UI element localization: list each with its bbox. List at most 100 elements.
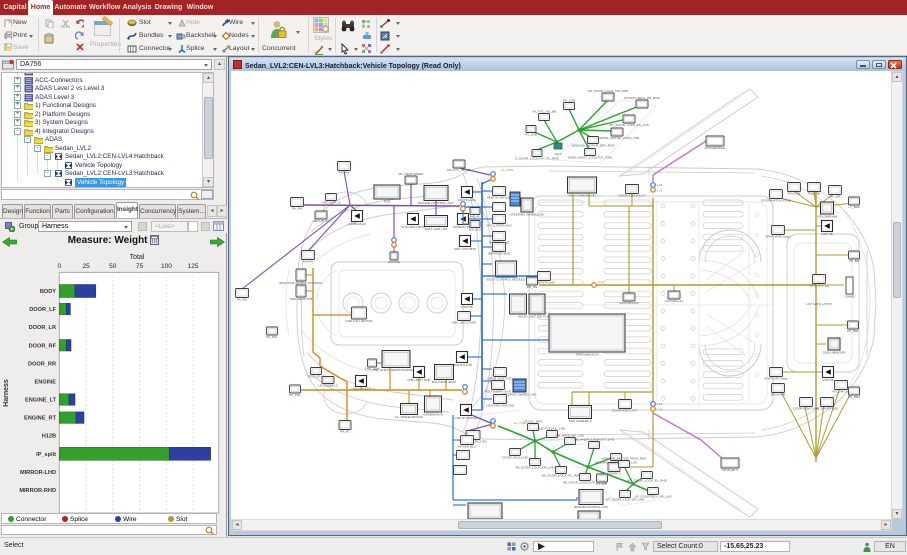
svg-text:H12B: H12B [42, 434, 56, 440]
svg-text:WINDOW_MOTOR_PASS_RHD: WINDOW_MOTOR_PASS_RHD [602, 456, 648, 460]
svg-text:ENGINE_RT: ENGINE_RT [24, 416, 57, 422]
svg-text:PA_EM: PA_EM [237, 298, 248, 302]
svg-text:MA_AV2: MA_AV2 [469, 228, 481, 232]
svg-text:DOOR_SCU_LHD: DOOR_SCU_LHD [502, 456, 528, 460]
svg-text:WT_DOOR_LOCK_DR_RHD: WT_DOOR_LOCK_DR_RHD [588, 89, 629, 93]
svg-text:IP_split: IP_split [36, 452, 56, 458]
svg-text:SPOILER II: SPOILER II [722, 468, 738, 472]
svg-text:ENGINE_LT: ENGINE_LT [25, 398, 57, 404]
svg-text:VA_TVC_HE_BB: VA_TVC_HE_BB [532, 109, 556, 113]
svg-text:GW/TPLA/AV: GW/TPLA/AV [458, 198, 478, 202]
svg-text:DOOR_LF: DOOR_LF [29, 307, 56, 313]
svg-text:DOOR_RR: DOOR_RR [28, 361, 56, 367]
svg-text:Total: Total [130, 254, 145, 261]
svg-text:ENGINE CONTROL UNIT: ENGINE CONTROL UNIT [418, 201, 454, 205]
svg-text:GW/BCM/AV: GW/BCM/AV [348, 222, 367, 226]
svg-text:MA_AV: MA_AV [470, 215, 481, 219]
svg-text:SB_DOOR_LOCK_PL_RHD: SB_DOOR_LOCK_PL_RHD [541, 474, 581, 478]
svg-text:AY_BR: AY_BR [830, 195, 841, 199]
svg-text:STEERING WHEEL/LHD: STEERING WHEEL/LHD [510, 212, 545, 216]
svg-text:6EM/76 GW-LHD: 6EM/76 GW-LHD [487, 196, 512, 200]
svg-text:+X/COM-LAC: +X/COM-LAC [665, 299, 685, 303]
svg-text:SB_DOOR_LOCK_DR_LHD: SB_DOOR_LOCK_DR_LHD [515, 466, 555, 470]
svg-text:SSD/LIMINGER: SSD/LIMINGER [823, 350, 846, 354]
svg-text:50: 50 [109, 263, 117, 270]
svg-text:CHE_AVM: CHE_AVM [365, 367, 380, 371]
svg-text:UP/COMM-L2: UP/COMM-L2 [318, 384, 338, 388]
svg-text:SRS WEIGHT/B: SRS WEIGHT/B [290, 297, 313, 301]
svg-text:DOOR AZM LVL3 T: DOOR AZM LVL3 T [618, 194, 645, 198]
svg-text:125: 125 [188, 263, 199, 270]
svg-text:DOOR AZM CVYT: DOOR AZM CVYT [612, 409, 638, 413]
svg-text:4.1x: 4.1x [598, 280, 604, 284]
svg-text:BR20YDR: BR20YDR [771, 393, 786, 397]
svg-text:CHE W AVM/LW: CHE W AVM/LW [455, 416, 478, 420]
svg-text:SB_FUEL/DL_LHD: SB_FUEL/DL_LHD [539, 426, 566, 430]
svg-text:WDW_VALET_LOCKOUT_RHD: WDW_VALET_LOCKOUT_RHD [568, 156, 613, 160]
svg-text:PS_LRD: PS_LRD [525, 133, 538, 137]
svg-text:MIRROR-RHD: MIRROR-RHD [19, 488, 56, 494]
svg-text:LVL3: LVL3 [555, 152, 562, 156]
svg-text:4.25: 4.25 [657, 408, 663, 412]
svg-text:ML_HIGH SPEED: ML_HIGH SPEED [398, 172, 424, 176]
svg-text:FL_WHEELSP/SSD: FL_WHEELSP/SSD [395, 415, 423, 419]
svg-text:PA_DSL: PA_DSL [266, 335, 278, 339]
svg-text:GERBINI/KVS: GERBINI/KVS [423, 412, 443, 416]
svg-text:IP-CLUSTER AVD: IP-CLUSTER AVD [486, 224, 512, 228]
svg-text:BODY CONTROL MODULE: BODY CONTROL MODULE [487, 277, 526, 281]
svg-text:100: 100 [161, 263, 172, 270]
svg-text:SPKR-UR-Cargo: SPKR-UR-Cargo [764, 377, 788, 381]
svg-text:UP_COURTESY_DR_LHD: UP_COURTESY_DR_LHD [634, 495, 672, 499]
svg-text:SPOILER/Rear: SPOILER/Rear [705, 146, 726, 150]
svg-text:DOOR_RF: DOOR_RF [29, 343, 57, 349]
svg-text:SECU/P AV: SECU/P AV [313, 219, 330, 223]
svg-text:Hs_PWR: Hs_PWR [514, 421, 527, 425]
svg-text:BRAKE/CONTROL LHD: BRAKE/CONTROL LHD [574, 505, 608, 509]
svg-text:SB_DOOR_LOCKOUT_PL/LHD: SB_DOOR_LOCKOUT_PL/LHD [563, 481, 608, 485]
svg-text:TRANSMISSION: TRANSMISSION [575, 352, 599, 356]
svg-text:PR_PL: PR_PL [340, 430, 350, 434]
svg-text:CHG+BATT BHD: CHG+BATT BHD [401, 225, 425, 229]
svg-text:CSP HB: CSP HB [821, 232, 832, 236]
svg-text:SB_VALET_LOCKOUT_LHD: SB_VALET_LOCKOUT_LHD [574, 437, 615, 441]
svg-text:CSP HB: CSP HB [461, 305, 472, 309]
svg-text:ADK UNIT BHD: ADK UNIT BHD [454, 247, 477, 251]
svg-text:BATT GND LHD: BATT GND LHD [425, 227, 448, 231]
svg-text:UP SHELF/BB: UP SHELF/BB [809, 284, 829, 288]
svg-text:ENGINE: ENGINE [35, 379, 57, 385]
svg-text:WT_DOOR_LOCK_PS_LHD: WT_DOOR_LOCK_PS_LHD [609, 123, 649, 127]
svg-text:MIRROR-LHD: MIRROR-LHD [20, 470, 56, 476]
svg-text:CHMSL: CHMSL [845, 295, 856, 299]
svg-text:PCB: PCB [384, 199, 390, 203]
svg-text:WINDOW_MOTOR_DRV_RHD: WINDOW_MOTOR_DRV_RHD [571, 144, 615, 148]
svg-text:Harness: Harness [3, 379, 10, 407]
svg-text:ENGINE: ENGINE [388, 260, 400, 264]
svg-text:BODY: BODY [40, 289, 56, 295]
svg-text:+X/COM-L4 B: +X/COM-L4 B [831, 390, 850, 394]
svg-text:PR_DS: PR_DS [527, 285, 537, 289]
svg-text:SSD CAMERA II: SSD CAMERA II [569, 419, 592, 423]
svg-text:LIGHTING SW/GHD: LIGHTING SW/GHD [486, 404, 515, 408]
svg-text:25: 25 [82, 263, 90, 270]
svg-text:CHG-CHG-LT: CHG-CHG-LT [351, 387, 370, 391]
svg-text:4.25: 4.25 [657, 189, 663, 193]
svg-text:PX_BR: PX_BR [849, 259, 860, 263]
svg-text:+X/COM-LAC: +X/COM-LAC [620, 301, 640, 305]
svg-text:DOOR_LR: DOOR_LR [29, 325, 56, 331]
svg-text:SPKR-HXR-Cargo: SPKR-HXR-Cargo [765, 235, 791, 239]
svg-text:WT_DOOR_LOCK_PL_RHD: WT_DOOR_LOCK_PL_RHD [627, 479, 668, 483]
svg-text:WINDOW_MOTOR_DRV_LHD: WINDOW_MOTOR_DRV_LHD [595, 461, 639, 465]
svg-text:INTAKE BLU: INTAKE BLU [458, 445, 476, 449]
svg-text:CSP HB: CSP HB [822, 378, 833, 382]
svg-text:MU/AN: MU/AN [303, 260, 313, 264]
svg-text:4.23: 4.23 [657, 183, 663, 187]
svg-text:CDE COLLIMATOR: CDE COLLIMATOR [345, 319, 373, 323]
svg-text:WINDOW_MOTOR_PASS_LHD: WINDOW_MOTOR_PASS_LHD [595, 136, 640, 140]
svg-text:UP COMP_W: UP COMP_W [321, 201, 340, 205]
svg-text:PA_AW: PA_AW [339, 171, 350, 175]
svg-text:MA-TVC_HE_BB: MA-TVC_HE_BB [447, 168, 471, 172]
svg-text:PS_LHD: PS_LHD [563, 98, 576, 102]
svg-text:RL SPK/DVD(D): RL SPK/DVD(D) [816, 407, 839, 411]
svg-text:LIFTGATE LATCH: LIFTGATE LATCH [806, 302, 831, 306]
svg-text:PX/COM: PX/COM [788, 192, 801, 196]
